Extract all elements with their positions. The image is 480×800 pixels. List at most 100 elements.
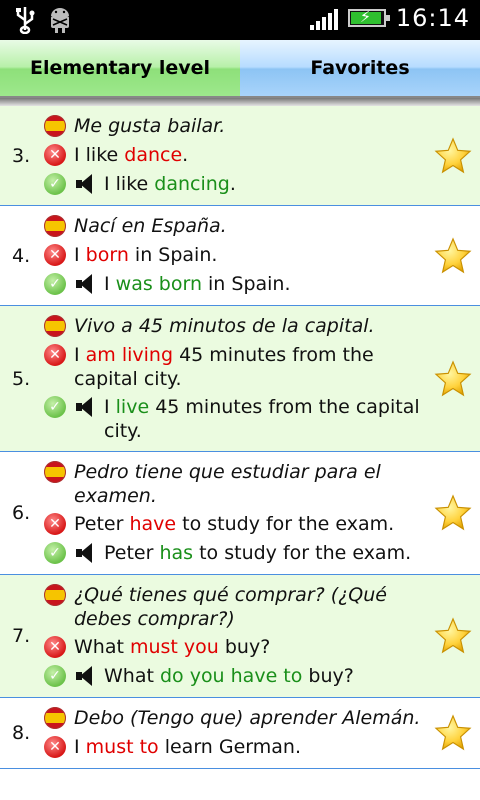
tab-favorites[interactable]: Favorites: [240, 40, 480, 98]
correct-icon: ✓: [44, 396, 66, 418]
sentence-text: I: [74, 344, 86, 366]
correct-row: ✓ I like dancing.: [44, 170, 434, 199]
correct-row: ✓ I live 45 minutes from the capital city…: [44, 393, 434, 445]
sentence-text: I like: [104, 173, 155, 195]
usb-icon: [14, 6, 36, 38]
spanish-sentence: Pedro tiene que estudiar para el examen.: [74, 461, 381, 507]
correct-highlight: has: [159, 542, 194, 564]
phrase-number: 7.: [12, 625, 31, 647]
wrong-sentence: I am living 45 minutes from the capital …: [74, 343, 434, 391]
tab-bar: Elementary level Favorites: [0, 40, 480, 98]
signal-icon: [309, 6, 338, 30]
wrong-row: ✕ I must to learn German.: [44, 733, 434, 762]
correct-icon: ✓: [44, 665, 66, 687]
status-bar: ⚡ 16:14: [0, 0, 480, 40]
correct-highlight: do you have to: [159, 665, 303, 687]
phrase-number: 5.: [12, 367, 31, 390]
spain-flag-icon: [44, 215, 66, 237]
phrase-number: 3.: [12, 144, 31, 167]
phrase-number: 6.: [12, 502, 31, 524]
wrong-sentence: I like dance.: [74, 143, 188, 167]
sentence-text: to study for the exam.: [176, 513, 395, 535]
wrong-icon: ✕: [44, 244, 66, 266]
sentence-text: I like: [74, 144, 125, 166]
wrong-sentence: Peter have to study for the exam.: [74, 512, 394, 536]
wrong-icon: ✕: [44, 636, 66, 658]
phrase-list: 3. Me gusta bailar. ✕ I like dance. ✓ I like …: [0, 106, 480, 769]
favorite-star-icon[interactable]: [434, 236, 472, 275]
spain-flag-icon: [44, 315, 66, 337]
correct-highlight: was born: [115, 273, 202, 295]
speaker-icon[interactable]: [74, 272, 96, 296]
phrase-item[interactable]: 7. ¿Qué tienes qué comprar? (¿Qué debes c…: [0, 575, 480, 698]
sentence-text: What: [74, 636, 130, 658]
clock: 16:14: [395, 4, 470, 32]
wrong-row: ✕ What must you buy?: [44, 633, 434, 662]
wrong-icon: ✕: [44, 513, 66, 535]
wrong-row: ✕ Peter have to study for the exam.: [44, 510, 434, 539]
wrong-sentence: What must you buy?: [74, 635, 270, 659]
wrong-highlight: am living: [85, 344, 174, 366]
phrase-item[interactable]: 6. Pedro tiene que estudiar para el exame…: [0, 452, 480, 575]
wrong-icon: ✕: [44, 736, 66, 758]
speaker-icon[interactable]: [74, 664, 96, 688]
phrase-item[interactable]: 3. Me gusta bailar. ✕ I like dance. ✓ I like …: [0, 106, 480, 206]
correct-sentence: I was born in Spain.: [104, 272, 291, 296]
battery-icon: ⚡: [347, 7, 390, 27]
correct-highlight: dancing: [154, 173, 230, 195]
correct-sentence: I live 45 minutes from the capital city.: [104, 395, 434, 443]
wrong-row: ✕ I am living 45 minutes from the capital…: [44, 341, 434, 393]
sentence-text: I: [104, 273, 116, 295]
wrong-row: ✕ I like dance.: [44, 141, 434, 170]
sentence-text: .: [229, 173, 236, 195]
phrase-item[interactable]: 5. Vivo a 45 minutos de la capital. ✕ I am …: [0, 306, 480, 452]
sentence-text: I: [104, 396, 116, 418]
speaker-icon[interactable]: [74, 541, 96, 565]
android-debug-icon: [48, 6, 72, 38]
wrong-highlight: must to: [85, 736, 159, 758]
spanish-sentence: Nací en España.: [74, 215, 227, 237]
sentence-text: Peter: [74, 513, 130, 535]
wrong-icon: ✕: [44, 344, 66, 366]
correct-row: ✓ What do you have to buy?: [44, 662, 434, 691]
phrase-item[interactable]: 4. Nací en España. ✕ I born in Spain. ✓ I was…: [0, 206, 480, 306]
sentence-text: I: [74, 244, 86, 266]
sentence-text: Peter: [104, 542, 160, 564]
wrong-highlight: born: [85, 244, 129, 266]
sentence-text: What: [104, 665, 160, 687]
favorite-star-icon[interactable]: [434, 494, 472, 532]
phrase-number: 8.: [12, 722, 31, 744]
spain-flag-icon: [44, 461, 66, 483]
spanish-sentence: Vivo a 45 minutos de la capital.: [74, 315, 375, 337]
tab-elementary-level[interactable]: Elementary level: [0, 40, 240, 98]
favorite-star-icon[interactable]: [434, 359, 472, 398]
sentence-text: buy?: [302, 665, 354, 687]
spanish-row: Vivo a 45 minutos de la capital.: [44, 312, 434, 341]
spanish-sentence: ¿Qué tienes qué comprar? (¿Qué debes com…: [74, 584, 387, 630]
spanish-row: Nací en España.: [44, 212, 434, 241]
correct-sentence: What do you have to buy?: [104, 664, 354, 688]
phrase-item[interactable]: 8. Debo (Tengo que) aprender Alemán. ✕ I mu…: [0, 698, 480, 769]
spanish-sentence: Me gusta bailar.: [74, 115, 226, 137]
sentence-text: 45 minutes from the capital city.: [104, 396, 420, 442]
favorite-star-icon[interactable]: [434, 714, 472, 752]
spanish-row: Pedro tiene que estudiar para el examen.: [44, 458, 434, 510]
sentence-text: in Spain.: [128, 244, 218, 266]
wrong-sentence: I born in Spain.: [74, 243, 217, 267]
favorite-star-icon[interactable]: [434, 136, 472, 175]
spanish-row: ¿Qué tienes qué comprar? (¿Qué debes com…: [44, 581, 434, 633]
sentence-text: to study for the exam.: [193, 542, 412, 564]
sentence-text: I: [74, 736, 86, 758]
speaker-icon[interactable]: [74, 172, 96, 196]
sentence-text: buy?: [218, 636, 271, 658]
spain-flag-icon: [44, 115, 66, 137]
wrong-row: ✕ I born in Spain.: [44, 241, 434, 270]
wrong-highlight: dance: [124, 144, 183, 166]
phrase-number: 4.: [12, 244, 31, 267]
wrong-sentence: I must to learn German.: [74, 735, 301, 759]
correct-row: ✓ I was born in Spain.: [44, 270, 434, 299]
correct-sentence: I like dancing.: [104, 172, 236, 196]
favorite-star-icon[interactable]: [434, 617, 472, 655]
speaker-icon[interactable]: [74, 395, 96, 419]
correct-highlight: live: [115, 396, 150, 418]
